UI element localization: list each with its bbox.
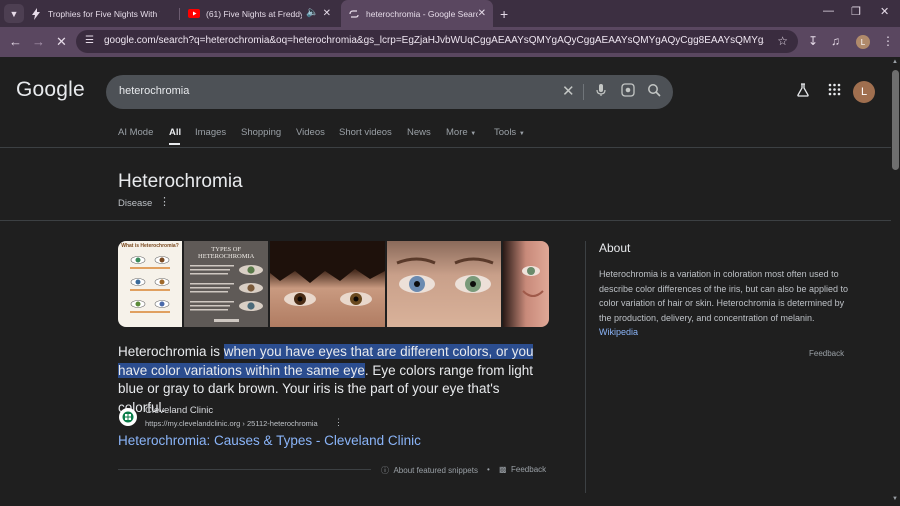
feedback-icon: ▩: [499, 465, 507, 474]
lightning-icon: [30, 7, 42, 20]
menu-icon[interactable]: ⋮: [882, 34, 894, 48]
tab-short-videos[interactable]: Short videos: [339, 127, 392, 138]
microphone-icon[interactable]: [595, 83, 607, 100]
about-feedback-link[interactable]: Feedback: [809, 349, 844, 358]
close-window-icon[interactable]: ✕: [880, 5, 889, 18]
clear-icon[interactable]: ✕: [562, 82, 575, 100]
image-caption: What is Heterochromia?: [121, 243, 179, 249]
google-logo[interactable]: Google: [16, 78, 85, 102]
tab-more-label: More: [446, 127, 468, 138]
tab-title: heterochromia - Google Search: [366, 8, 478, 19]
download-icon[interactable]: ↧: [808, 34, 818, 48]
snippet-feedback-link[interactable]: ▩ Feedback: [499, 465, 546, 474]
tab-ai-mode[interactable]: AI Mode: [118, 127, 153, 138]
about-snippets-label: About featured snippets: [393, 466, 478, 475]
more-options-icon[interactable]: ⋮: [159, 195, 170, 208]
stop-loading-icon[interactable]: ✕: [56, 34, 67, 50]
tab-videos[interactable]: Videos: [296, 127, 325, 138]
speaker-icon[interactable]: 🔈: [306, 7, 318, 18]
tab-strip: ▼ Trophies for Five Nights With Yo (61) …: [0, 0, 900, 27]
scroll-down-icon[interactable]: ▼: [892, 496, 898, 502]
lens-icon[interactable]: [621, 83, 635, 100]
tab-google-search[interactable]: heterochromia - Google Search ✕: [341, 0, 493, 27]
new-tab-button[interactable]: +: [500, 6, 508, 22]
panel-divider: [585, 241, 586, 493]
search-input[interactable]: heterochromia: [119, 85, 189, 97]
page-scrollbar[interactable]: ▲ ▼: [891, 57, 900, 506]
search-results-page: Google heterochromia ✕ L AI Mode All Ima…: [0, 57, 900, 506]
search-icon[interactable]: [647, 83, 661, 100]
tab-more[interactable]: More ▼: [446, 127, 476, 138]
browser-toolbar: ← → ✕ ☰ google.com/search?q=heterochromi…: [0, 27, 900, 57]
source-url[interactable]: https://my.clevelandclinic.org › 25112-h…: [145, 419, 318, 428]
close-tab-icon[interactable]: ✕: [323, 8, 331, 19]
media-control-icon[interactable]: ♫: [831, 34, 840, 48]
chevron-down-icon: ▼: [518, 131, 525, 137]
about-text: Heterochromia is a variation in colorati…: [599, 269, 848, 323]
snippet-footer-divider: [118, 469, 371, 470]
apps-grid-icon[interactable]: [828, 83, 841, 99]
url-text[interactable]: google.com/search?q=heterochromia&oq=het…: [104, 35, 764, 46]
image-eye-chart[interactable]: What is Heterochromia?: [118, 241, 182, 327]
tab-search-button[interactable]: ▼: [4, 4, 24, 23]
scroll-thumb[interactable]: [892, 70, 899, 170]
close-tab-icon[interactable]: ✕: [478, 8, 486, 19]
tab-title: Trophies for Five Nights With Yo: [48, 8, 160, 19]
google-icon: [348, 8, 360, 20]
back-icon[interactable]: ←: [9, 34, 22, 49]
tab-all[interactable]: All: [169, 127, 181, 138]
restore-icon[interactable]: ❐: [851, 5, 861, 18]
source-options-icon[interactable]: ⋮: [334, 417, 343, 428]
user-avatar[interactable]: L: [853, 81, 875, 103]
about-snippets-link[interactable]: ⓘ About featured snippets: [381, 465, 478, 476]
help-circle-icon: ⓘ: [381, 466, 389, 475]
image-brown-eyes[interactable]: [270, 241, 385, 327]
tab-youtube[interactable]: (61) Five Nights at Freddy's 🔈 ✕: [188, 0, 338, 27]
feedback-label: Feedback: [511, 465, 547, 474]
image-types-infographic[interactable]: TYPES OF HETEROCHROMIA: [183, 241, 269, 327]
active-tab-indicator: [169, 143, 180, 145]
header-divider: [0, 147, 891, 148]
minimize-icon[interactable]: —: [823, 5, 834, 17]
image-caption: TYPES OF HETEROCHROMIA: [198, 246, 255, 260]
about-description: Heterochromia is a variation in colorati…: [599, 267, 854, 340]
search-box[interactable]: heterochromia ✕: [106, 75, 673, 109]
chevron-down-icon: ▼: [470, 131, 477, 137]
tab-title: (61) Five Nights at Freddy's: [206, 8, 302, 19]
entity-title: Heterochromia: [118, 171, 243, 192]
result-title-link[interactable]: Heterochromia: Causes & Types - Clevelan…: [118, 433, 421, 448]
tab-news[interactable]: News: [407, 127, 431, 138]
image-strip: What is Heterochromia? TYPES OF HETEROCH…: [118, 241, 549, 327]
scroll-up-icon[interactable]: ▲: [892, 59, 898, 65]
cleveland-clinic-favicon[interactable]: [119, 408, 137, 426]
tools-label: Tools: [494, 127, 517, 138]
tab-shopping[interactable]: Shopping: [241, 127, 281, 138]
tab-images[interactable]: Images: [195, 127, 226, 138]
source-name[interactable]: Cleveland Clinic: [145, 405, 213, 416]
separator-dot: •: [487, 465, 490, 474]
image-face-partial[interactable]: [503, 241, 549, 327]
image-blue-eyes[interactable]: [386, 241, 502, 327]
about-heading: About: [599, 241, 631, 255]
entity-subtitle: Disease: [118, 198, 153, 209]
wikipedia-link[interactable]: Wikipedia: [599, 327, 638, 337]
site-info-icon[interactable]: ☰: [85, 35, 94, 46]
profile-avatar[interactable]: L: [856, 35, 870, 49]
youtube-icon: [188, 8, 200, 20]
tab-trophies[interactable]: Trophies for Five Nights With Yo: [30, 0, 170, 27]
address-bar[interactable]: ☰ google.com/search?q=heterochromia&oq=h…: [76, 30, 798, 53]
bookmark-star-icon[interactable]: ☆: [777, 34, 788, 48]
forward-icon[interactable]: →: [32, 34, 45, 49]
snippet-text-start: Heterochromia is: [118, 344, 224, 359]
labs-flask-icon[interactable]: [796, 83, 810, 100]
entity-divider: [0, 220, 891, 221]
tools-button[interactable]: Tools ▼: [494, 127, 525, 138]
